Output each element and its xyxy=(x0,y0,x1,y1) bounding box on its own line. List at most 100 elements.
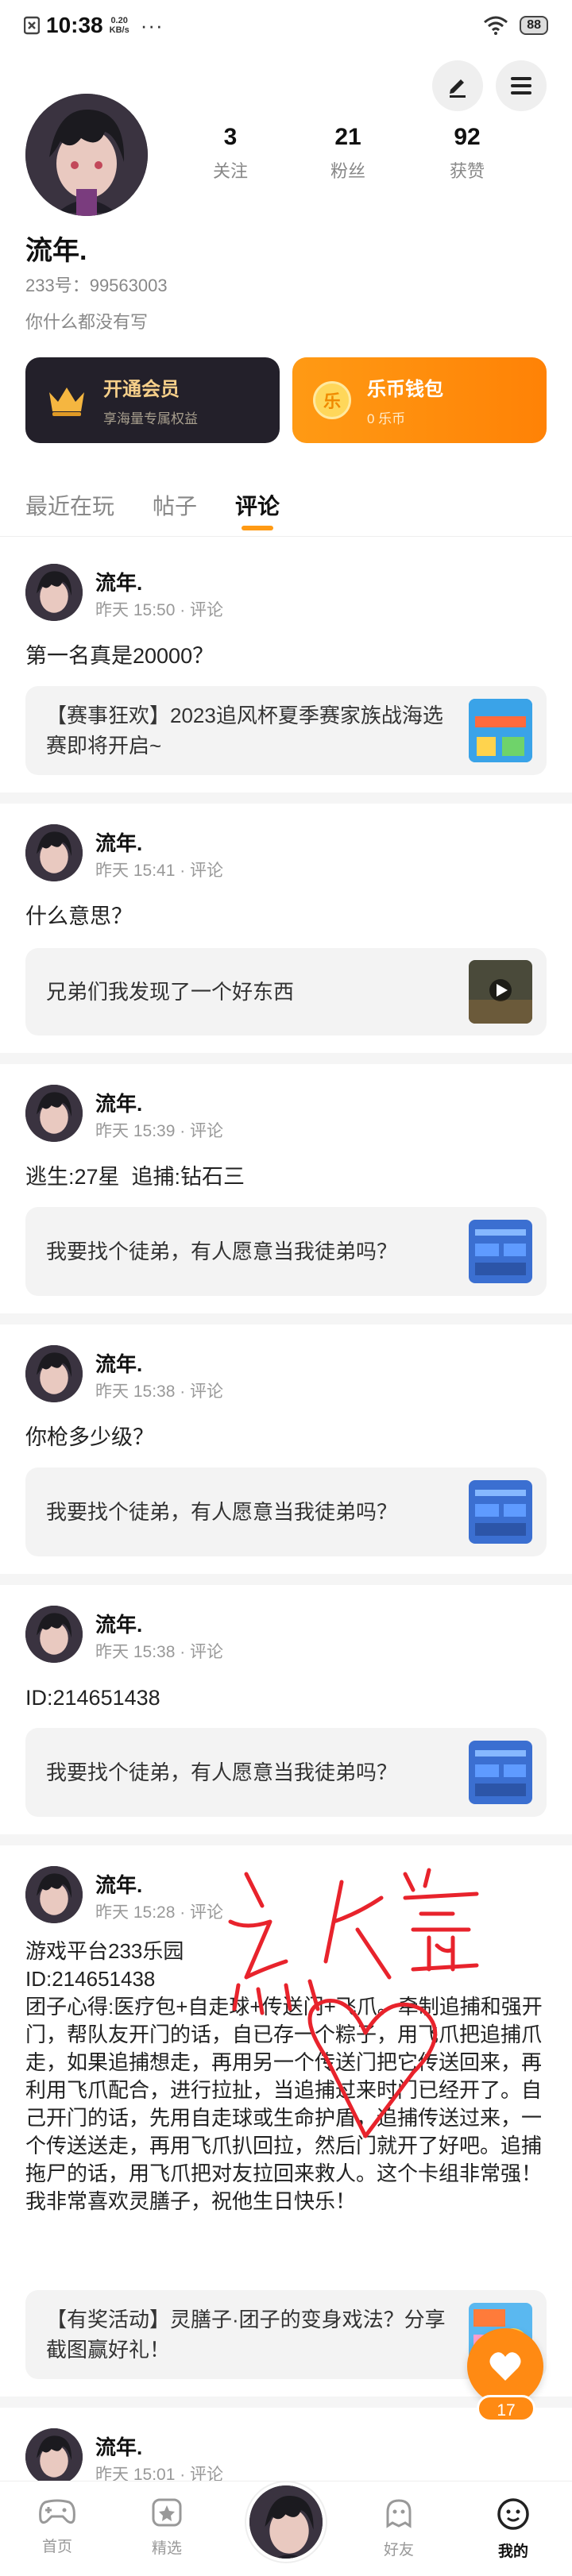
following-label: 关注 xyxy=(212,161,248,181)
profile-uid: 233号：99563003 xyxy=(25,276,168,295)
comment-item[interactable]: 流年. 昨天 15:28 · 评论 游戏平台233乐园 ID:214651438… xyxy=(0,1845,572,2408)
tab-posts[interactable]: 帖子 xyxy=(153,489,197,521)
comment-avatar[interactable] xyxy=(25,1606,83,1663)
battery-indicator: 88 xyxy=(520,16,548,35)
comment-avatar[interactable] xyxy=(25,564,83,621)
source-post-title: 【有奖活动】灵膳子·团子的变身戏法？分享截图赢好礼！ xyxy=(46,2308,446,2362)
fans-label: 粉丝 xyxy=(330,161,365,181)
wallet-title: 乐币钱包 xyxy=(367,379,443,400)
following-count: 3 xyxy=(223,124,238,150)
comment-text: 游戏平台233乐园 ID:214651438 团子心得:医疗包+自走球+传送门+… xyxy=(25,1939,543,2213)
source-post-title: 兄弟们我发现了一个好东西 xyxy=(46,980,295,1004)
edit-profile-button[interactable] xyxy=(432,60,483,111)
stat-following[interactable]: 3 关注 xyxy=(183,124,278,183)
fans-count: 21 xyxy=(334,124,361,150)
gamepad-icon xyxy=(39,2499,75,2524)
nav-center-avatar[interactable] xyxy=(246,2482,326,2562)
source-post-thumbnail xyxy=(469,699,532,762)
comment-source-post[interactable]: 【赛事狂欢】2023追风杯夏季赛家族战海选赛即将开启~ xyxy=(25,686,547,775)
heart-icon xyxy=(489,2352,521,2381)
comment-avatar[interactable] xyxy=(25,1085,83,1142)
wifi-icon xyxy=(484,16,508,35)
network-speed-value: 0.20 xyxy=(110,16,128,25)
nav-friends-label: 好友 xyxy=(383,2542,414,2559)
vip-subtitle: 享海量专属权益 xyxy=(103,411,198,426)
nav-featured-label: 精选 xyxy=(151,2540,182,2557)
comment-avatar[interactable] xyxy=(25,1345,83,1402)
source-post-title: 【赛事狂欢】2023追风杯夏季赛家族战海选赛即将开启~ xyxy=(46,704,443,758)
profile-name: 流年. xyxy=(25,236,87,266)
nav-featured[interactable]: 精选 xyxy=(127,2497,207,2558)
comment-source-post[interactable]: 兄弟们我发现了一个好东西 xyxy=(25,948,547,1035)
comment-meta: 昨天 15:28 · 评论 xyxy=(95,1903,224,1922)
comment-avatar[interactable] xyxy=(25,2428,83,2485)
comment-avatar[interactable] xyxy=(25,1866,83,1923)
comment-author: 流年. xyxy=(95,1873,143,1897)
status-bar: 10:38 0.20 KB/s ··· 88 xyxy=(0,0,572,51)
nav-mine-label: 我的 xyxy=(497,2543,528,2560)
stat-fans[interactable]: 21 粉丝 xyxy=(300,124,396,183)
comment-source-post[interactable]: 我要找个徒弟，有人愿意当我徒弟吗？ xyxy=(25,1207,547,1296)
coin-icon: 乐 xyxy=(313,381,351,419)
comment-author: 流年. xyxy=(95,1352,143,1376)
comment-text: 第一名真是20000？ xyxy=(25,644,214,668)
profile-tabs: 最近在玩 帖子 评论 xyxy=(0,473,572,537)
crown-icon xyxy=(49,388,84,416)
edit-icon xyxy=(450,79,466,98)
comment-text: 逃生:27星 追捕:钻石三 xyxy=(25,1165,245,1189)
comment-author: 流年. xyxy=(95,1613,143,1637)
network-speed-unit: KB/s xyxy=(109,25,129,35)
source-post-title: 我要找个徒弟，有人愿意当我徒弟吗？ xyxy=(46,1240,398,1263)
nav-home-label: 首页 xyxy=(41,2539,72,2555)
comment-source-post[interactable]: 我要找个徒弟，有人愿意当我徒弟吗？ xyxy=(25,1728,547,1817)
menu-button[interactable] xyxy=(496,60,547,111)
comment-item[interactable]: 流年. 昨天 15:38 · 评论 你枪多少级？ 我要找个徒弟，有人愿意当我徒弟… xyxy=(0,1325,572,1585)
comment-meta: 昨天 15:41 · 评论 xyxy=(95,862,224,880)
comment-item[interactable]: 流年. 昨天 15:50 · 评论 第一名真是20000？ 【赛事狂欢】2023… xyxy=(0,543,572,804)
likes-label: 获赞 xyxy=(449,161,485,181)
vip-title: 开通会员 xyxy=(103,379,180,400)
like-button[interactable] xyxy=(467,2328,543,2404)
comment-item[interactable]: 流年. 昨天 15:41 · 评论 什么意思？ 兄弟们我发现了一个好东西 xyxy=(0,804,572,1064)
status-time: 10:38 xyxy=(46,13,103,37)
vip-card[interactable]: 开通会员 享海量专属权益 xyxy=(25,357,280,443)
nav-mine[interactable]: 我的 xyxy=(473,2497,553,2561)
comment-text: 什么意思？ xyxy=(25,904,133,928)
comment-author: 流年. xyxy=(95,571,143,595)
comment-text: ID:214651438 xyxy=(25,1686,160,1710)
comment-avatar[interactable] xyxy=(25,824,83,881)
source-post-thumbnail xyxy=(469,1741,532,1804)
stat-likes[interactable]: 92 获赞 xyxy=(419,124,515,183)
nav-friends[interactable]: 好友 xyxy=(359,2497,439,2559)
source-post-title: 我要找个徒弟，有人愿意当我徒弟吗？ xyxy=(46,1500,398,1524)
active-tab-indicator xyxy=(242,526,273,530)
video-thumbnail xyxy=(469,960,532,1024)
comment-author: 流年. xyxy=(95,831,143,855)
profile-avatar[interactable] xyxy=(25,94,148,216)
comment-meta: 昨天 15:50 · 评论 xyxy=(95,601,224,619)
comment-meta: 昨天 15:38 · 评论 xyxy=(95,1382,224,1401)
app-status-icon xyxy=(24,16,40,35)
avatar-image xyxy=(25,94,148,216)
wallet-balance: 0 乐币 xyxy=(367,411,406,426)
source-post-title: 我要找个徒弟，有人愿意当我徒弟吗？ xyxy=(46,1760,398,1784)
comment-text: 你枪多少级？ xyxy=(25,1425,154,1449)
like-count: 17 xyxy=(477,2395,535,2422)
comment-author: 流年. xyxy=(95,2435,143,2459)
tab-comments[interactable]: 评论 xyxy=(235,489,280,521)
nav-home[interactable]: 首页 xyxy=(17,2497,97,2556)
ghost-icon xyxy=(386,2499,412,2528)
comment-source-post[interactable]: 我要找个徒弟，有人愿意当我徒弟吗？ xyxy=(25,1467,547,1556)
menu-icon xyxy=(511,77,531,94)
tab-recent-played[interactable]: 最近在玩 xyxy=(25,489,114,521)
wallet-card[interactable]: 乐 乐币钱包 0 乐币 xyxy=(292,357,547,443)
network-speed: 0.20 KB/s xyxy=(110,16,129,35)
comment-item[interactable]: 流年. 昨天 15:39 · 评论 逃生:27星 追捕:钻石三 我要找个徒弟，有… xyxy=(0,1064,572,1325)
star-icon xyxy=(152,2498,182,2527)
likes-count: 92 xyxy=(454,124,481,150)
comment-item[interactable]: 流年. 昨天 15:38 · 评论 ID:214651438 我要找个徒弟，有人… xyxy=(0,1585,572,1845)
smile-icon xyxy=(497,2498,529,2530)
status-more-dots: ··· xyxy=(140,13,164,37)
comment-meta: 昨天 15:39 · 评论 xyxy=(95,1122,224,1140)
comment-author: 流年. xyxy=(95,1092,143,1116)
